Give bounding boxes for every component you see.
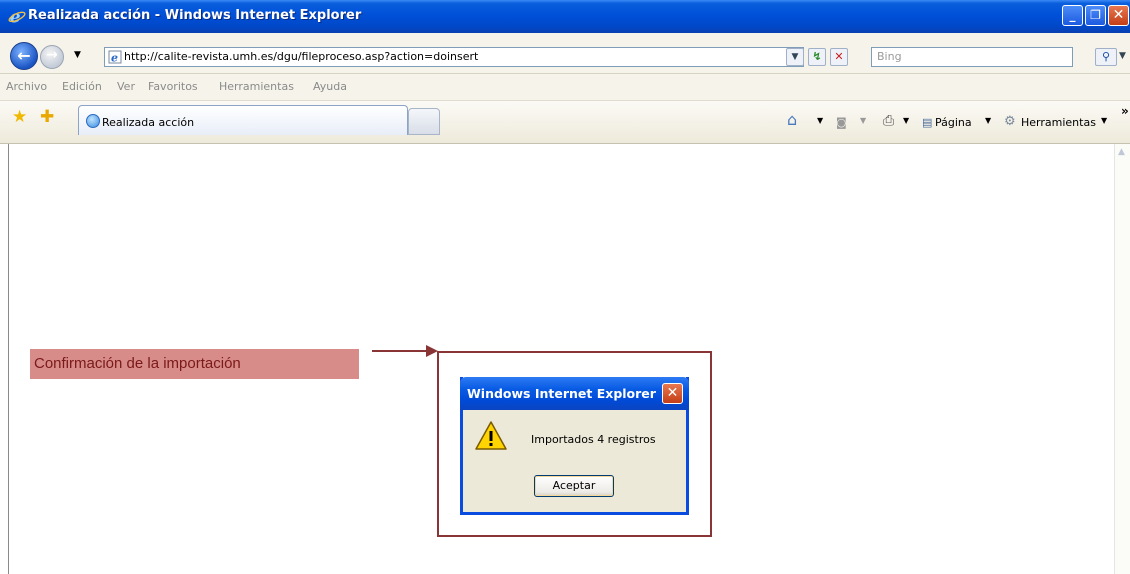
search-icon[interactable]: ⚲ <box>1095 48 1117 66</box>
history-dropdown-icon[interactable]: ▼ <box>74 50 81 60</box>
stop-button[interactable]: ✕ <box>830 48 848 66</box>
add-favorites-icon[interactable]: ✚ <box>40 107 54 127</box>
menu-ayuda[interactable]: Ayuda <box>313 80 347 93</box>
svg-text:e: e <box>111 52 118 65</box>
page-menu-icon: ▤ <box>922 116 933 129</box>
dialog-title: Windows Internet Explorer <box>467 386 656 401</box>
menu-favoritos[interactable]: Favoritos <box>148 80 198 93</box>
home-icon[interactable]: ⌂ <box>787 110 797 129</box>
arrow-right-icon: → <box>46 47 58 63</box>
forward-button[interactable]: → <box>40 45 64 69</box>
annotation-arrow-icon <box>372 345 438 357</box>
back-button[interactable]: ← <box>10 42 38 70</box>
internet-explorer-icon: e <box>8 7 26 25</box>
arrow-left-icon: ← <box>17 46 31 65</box>
vertical-scrollbar[interactable]: ▲ <box>1114 144 1130 574</box>
favorites-star-icon[interactable]: ★ <box>12 107 27 127</box>
search-options-icon[interactable]: ▼ <box>1119 51 1126 61</box>
toolbar-overflow-icon[interactable]: » <box>1121 104 1129 118</box>
address-url: http://calite-revista.umh.es/dgu/filepro… <box>124 50 479 63</box>
warning-icon <box>475 421 507 450</box>
print-icon[interactable]: ⎙ <box>883 113 894 129</box>
search-input[interactable]: Bing <box>871 47 1073 67</box>
menu-herramientas[interactable]: Herramientas <box>219 80 294 93</box>
dialog-message: Importados 4 registros <box>531 433 656 446</box>
scroll-up-icon[interactable]: ▲ <box>1118 147 1125 157</box>
refresh-button[interactable]: ↯ <box>808 48 826 66</box>
window-title: Realizada acción - Windows Internet Expl… <box>28 8 362 23</box>
accept-button[interactable]: Aceptar <box>534 475 614 497</box>
address-dropdown-icon[interactable]: ▼ <box>786 48 804 66</box>
minimize-button[interactable]: _ <box>1062 5 1083 26</box>
menu-archivo[interactable]: Archivo <box>6 80 47 93</box>
tab-label: Realizada acción <box>102 116 195 129</box>
page-icon: e <box>108 50 122 64</box>
new-tab-button[interactable] <box>408 108 440 135</box>
tools-dropdown-icon[interactable]: ▼ <box>1101 116 1107 125</box>
tools-menu-label[interactable]: Herramientas <box>1021 116 1096 129</box>
title-bar[interactable]: e Realizada acción - Windows Internet Ex… <box>0 0 1130 33</box>
restore-button[interactable]: ❐ <box>1085 5 1106 26</box>
feeds-dropdown-icon[interactable]: ▼ <box>860 116 866 125</box>
page-menu-label[interactable]: Página <box>935 116 972 129</box>
close-window-button[interactable]: ✕ <box>1108 5 1129 26</box>
tab-page-icon <box>86 114 100 128</box>
dialog-close-button[interactable]: ✕ <box>662 383 683 404</box>
page-dropdown-icon[interactable]: ▼ <box>985 116 991 125</box>
menu-edicion[interactable]: Edición <box>62 80 102 93</box>
feeds-icon[interactable]: ◙ <box>836 116 847 129</box>
menu-ver[interactable]: Ver <box>117 80 135 93</box>
annotation-text: Confirmación de la importación <box>34 355 241 372</box>
print-dropdown-icon[interactable]: ▼ <box>903 116 909 125</box>
gear-icon: ⚙ <box>1004 114 1016 129</box>
home-dropdown-icon[interactable]: ▼ <box>817 116 823 125</box>
